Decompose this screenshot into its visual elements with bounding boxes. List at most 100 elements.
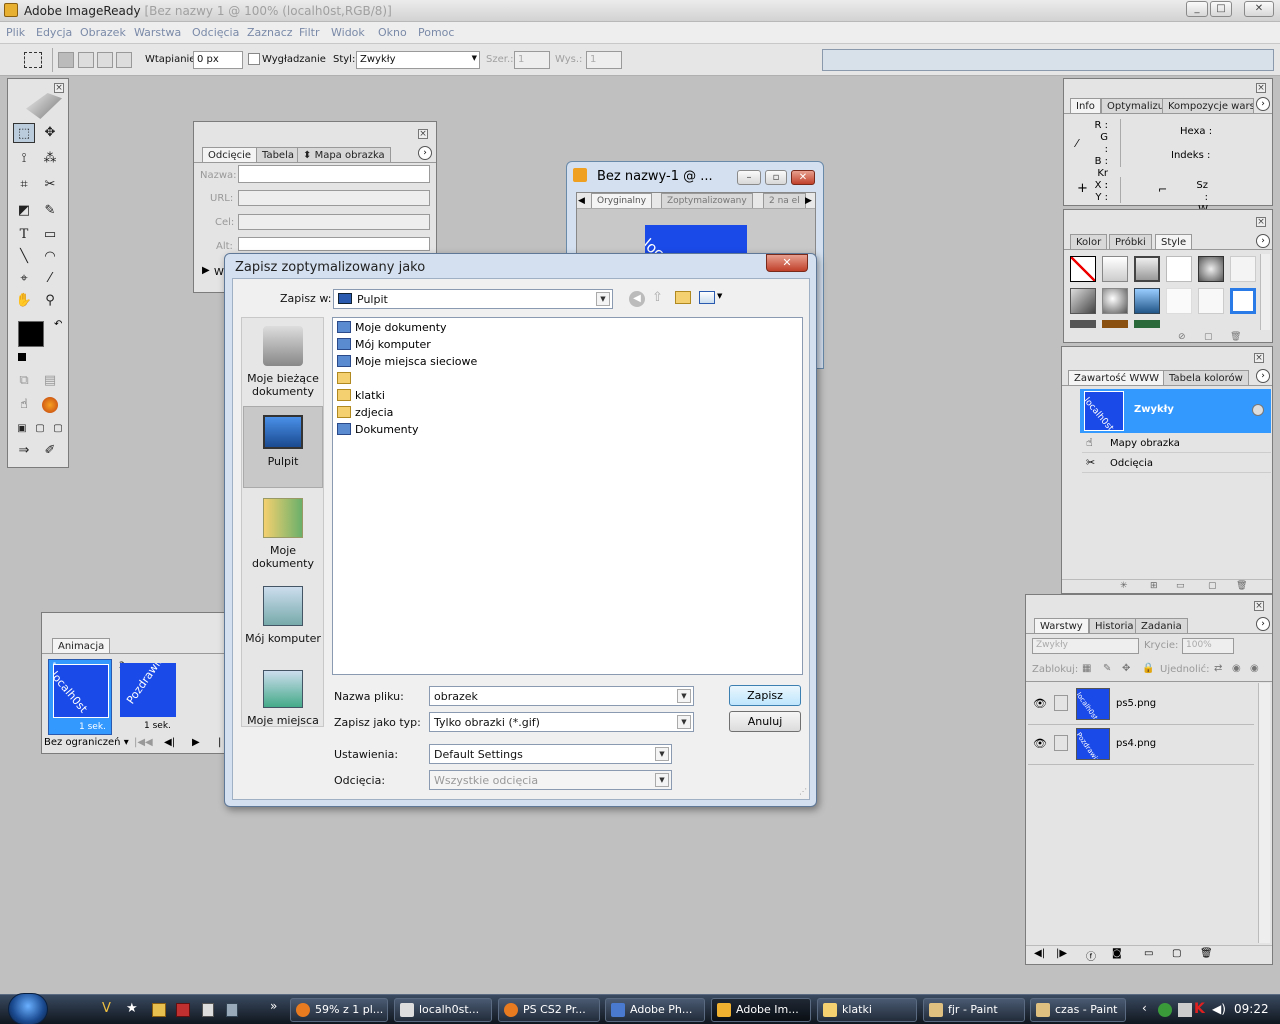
list-item[interactable] [337, 370, 355, 387]
list-item[interactable]: Mój komputer [337, 336, 431, 353]
type-tool-icon[interactable]: T [13, 225, 35, 245]
doc-close-button[interactable]: ✕ [791, 170, 815, 185]
slices-row[interactable]: ✂ Odcięcia [1082, 453, 1271, 473]
menu-okno[interactable]: Okno [378, 26, 407, 39]
delete-style-icon[interactable]: 🗑 [1230, 332, 1241, 342]
list-item[interactable]: zdjecia [337, 404, 393, 421]
new-folder-icon[interactable] [675, 291, 691, 304]
animation-frame-1[interactable]: 1 localh0st 1 sek. [48, 659, 112, 735]
clear-style-icon[interactable]: ⊘ [1178, 332, 1186, 342]
subtract-selection-icon[interactable] [97, 52, 113, 68]
default-colors-icon[interactable] [18, 353, 26, 361]
style-swatch[interactable] [1166, 288, 1192, 314]
list-item[interactable]: Dokumenty [337, 421, 418, 438]
settings-select[interactable]: Default Settings ▼ [429, 744, 672, 764]
taskbar-button-photoshop[interactable]: Adobe Ph... [605, 998, 705, 1022]
palette-menu-icon[interactable]: › [1256, 97, 1270, 111]
quicklaunch-app-icon[interactable] [202, 1003, 214, 1017]
lock-all-icon[interactable]: 🔒 [1142, 663, 1154, 674]
style-swatch[interactable] [1102, 256, 1128, 282]
list-item[interactable]: Moje miejsca sieciowe [337, 353, 477, 370]
quicklaunch-media-icon[interactable] [176, 1003, 190, 1017]
tab-zoptymalizowany[interactable]: Zoptymalizowany [661, 193, 753, 208]
menu-edycja[interactable]: Edycja [36, 26, 72, 39]
resize-grip-icon[interactable]: ⋰ [799, 787, 807, 796]
close-icon[interactable]: × [1254, 601, 1264, 611]
view-menu-icon[interactable] [699, 291, 715, 304]
menu-zaznacz[interactable]: Zaznacz [247, 26, 293, 39]
close-icon[interactable]: × [54, 83, 64, 93]
doc-maximize-button[interactable]: ▫ [765, 170, 787, 185]
menu-widok[interactable]: Widok [331, 26, 365, 39]
eraser-tool-icon[interactable]: ◩ [13, 201, 35, 221]
close-icon[interactable]: × [1256, 83, 1266, 93]
link-box[interactable] [1054, 695, 1068, 711]
back-icon[interactable]: ◀ [629, 291, 645, 307]
style-none-swatch[interactable] [1070, 256, 1096, 282]
web-content-row-selected[interactable]: localh0st Zwykły [1080, 389, 1271, 433]
frame-delay[interactable]: 1 sek. [144, 721, 171, 731]
add-selection-icon[interactable] [78, 52, 94, 68]
quicklaunch-imageready-icon[interactable]: Ⅴ [102, 1001, 111, 1016]
opacity-input[interactable]: 100% [1182, 638, 1234, 654]
close-icon[interactable]: × [1254, 353, 1264, 363]
brush-tool-icon[interactable]: ✎ [39, 201, 61, 221]
tab-zawartosc-www[interactable]: Zawartość WWW [1068, 370, 1165, 386]
crop-tool-icon[interactable]: ⌗ [13, 175, 35, 195]
tab-historia[interactable]: Historia [1089, 618, 1140, 634]
style-swatch[interactable] [1230, 256, 1256, 282]
prev-layer-icon[interactable]: ◀| [1034, 948, 1045, 959]
lock-transparency-icon[interactable]: ▦ [1082, 663, 1091, 674]
menu-odciecia[interactable]: Odcięcia [192, 26, 239, 39]
menu-pomoc[interactable]: Pomoc [418, 26, 454, 39]
quicklaunch-folder-icon[interactable] [152, 1003, 166, 1017]
toggle-image-map-icon[interactable]: ☝ [13, 395, 35, 415]
jump-to-photoshop-icon[interactable]: ⇒ [13, 441, 35, 461]
list-item[interactable]: klatki [337, 387, 385, 404]
slice-tool-icon[interactable]: ✂ [39, 175, 61, 195]
height-input[interactable]: 1 [586, 51, 622, 69]
tab-warstwy[interactable]: Warstwy [1034, 618, 1089, 634]
taskbar-button-czas-paint[interactable]: czas - Paint [1030, 998, 1126, 1022]
menu-plik[interactable]: Plik [6, 26, 25, 39]
up-folder-icon[interactable]: ⇧ [652, 290, 663, 305]
unify-position-icon[interactable]: ⇄ [1214, 663, 1222, 674]
palette-menu-icon[interactable]: › [1256, 617, 1270, 631]
tab-kompozycje[interactable]: Kompozycje warstw [1162, 98, 1254, 114]
slice-alt-input[interactable] [238, 237, 430, 251]
quicklaunch-star-icon[interactable]: ★ [126, 1001, 138, 1016]
style-swatch[interactable] [1166, 256, 1192, 282]
delete-icon[interactable]: 🗑 [1236, 581, 1247, 591]
tab-style[interactable]: Style [1155, 234, 1193, 250]
new-group-icon[interactable]: ▭ [1144, 948, 1153, 959]
save-in-select[interactable]: Pulpit ▼ [333, 289, 613, 309]
loop-select[interactable]: Bez ograniczeń ▾ [44, 737, 129, 748]
tab-mapa-obrazka[interactable]: ⬍ Mapa obrazka [297, 147, 391, 163]
cancel-button[interactable]: Anuluj [729, 711, 801, 732]
width-input[interactable]: 1 [514, 51, 550, 69]
tab-tabela[interactable]: Tabela [256, 147, 300, 163]
tab-scroll-right-icon[interactable]: ▶ [805, 196, 812, 206]
shape-tool-icon[interactable]: ◠ [39, 247, 61, 267]
new-style-icon[interactable]: ▢ [1204, 332, 1213, 342]
taskbar-button-firefox[interactable]: 59% z 1 pl... [290, 998, 388, 1022]
place-network[interactable]: Moje miejsca [243, 670, 323, 727]
tab-probki[interactable]: Próbki [1109, 234, 1152, 250]
new-selection-icon[interactable] [58, 52, 74, 68]
tray-network-icon[interactable] [1158, 1003, 1172, 1017]
tab-oryginalny[interactable]: Oryginalny [591, 193, 653, 208]
frame-delay[interactable]: 1 sek. [79, 722, 106, 732]
taskbar-button-imageready[interactable]: Adobe Im... [711, 998, 811, 1022]
first-frame-icon[interactable]: |◀◀ [134, 737, 153, 748]
next-layer-icon[interactable]: |▶ [1056, 948, 1067, 959]
taskbar-button-klatki[interactable]: klatki [817, 998, 917, 1022]
tray-arrow-icon[interactable]: ‹ [1142, 1001, 1147, 1015]
style-swatch[interactable] [1070, 320, 1096, 328]
style-swatch[interactable] [1198, 256, 1224, 282]
lock-position-icon[interactable]: ✥ [1122, 663, 1130, 674]
hand-tool-icon[interactable]: ✋ [13, 291, 35, 311]
quicklaunch-more[interactable]: » [270, 999, 277, 1013]
layer-mask-icon[interactable]: ◙ [1112, 948, 1122, 959]
zoom-tool-icon[interactable]: ⚲ [39, 291, 61, 311]
place-desktop[interactable]: Pulpit [243, 406, 323, 488]
